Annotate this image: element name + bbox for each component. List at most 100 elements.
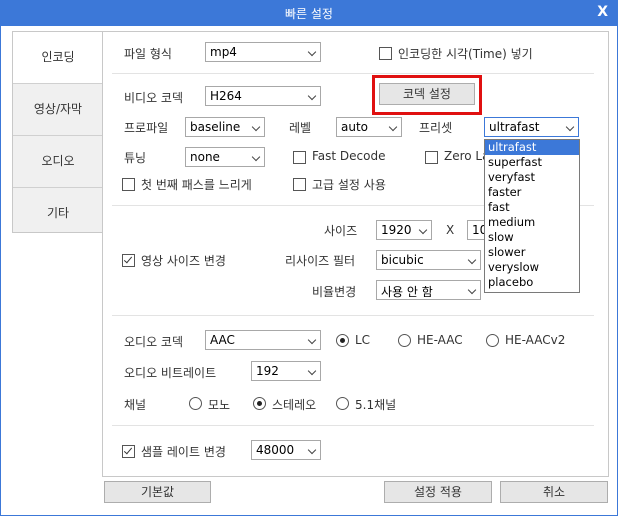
chevron-down-icon xyxy=(251,122,261,132)
advanced-settings-checkbox[interactable] xyxy=(293,178,306,191)
preset-option[interactable]: slow xyxy=(485,230,579,245)
slow-first-pass-checkbox[interactable] xyxy=(122,178,135,191)
insert-time-label: 인코딩한 시각(Time) 넣기 xyxy=(398,47,533,61)
preset-value: ultrafast xyxy=(489,120,540,134)
size-label: 사이즈 xyxy=(324,224,358,238)
preset-option[interactable]: ultrafast xyxy=(485,140,579,155)
size-x-label: X xyxy=(446,223,455,237)
highlight-box xyxy=(372,75,482,115)
chevron-down-icon xyxy=(467,285,477,295)
slow-first-pass-label: 첫 번째 패스를 느리게 xyxy=(141,178,252,192)
default-button[interactable]: 기본값 xyxy=(104,481,211,503)
zero-latency-checkbox[interactable] xyxy=(425,151,438,164)
tab-audio[interactable]: 오디오 xyxy=(13,136,103,188)
sample-rate-value: 48000 xyxy=(256,443,295,457)
close-icon[interactable]: X xyxy=(597,4,608,20)
preset-option[interactable]: superfast xyxy=(485,155,579,170)
radio-5-1[interactable] xyxy=(336,397,349,410)
radio-dot-icon xyxy=(340,338,345,343)
audio-codec-value: AAC xyxy=(210,333,235,347)
chevron-down-icon xyxy=(307,47,317,57)
format-select[interactable]: mp4 xyxy=(205,42,321,62)
level-value: auto xyxy=(341,120,369,134)
change-sample-rate-checkbox[interactable] xyxy=(122,445,135,458)
resize-filter-label: 리사이즈 필터 xyxy=(285,254,356,268)
cancel-button[interactable]: 취소 xyxy=(500,481,608,503)
preset-option[interactable]: faster xyxy=(485,185,579,200)
preset-label: 프리셋 xyxy=(419,121,453,135)
preset-dropdown-list[interactable]: ultrafast superfast veryfast faster fast… xyxy=(484,139,580,293)
radio-mono-label: 모노 xyxy=(208,398,231,412)
tab-encoding[interactable]: 인코딩 xyxy=(13,32,103,84)
resize-filter-select[interactable]: bicubic xyxy=(376,250,481,270)
chevron-down-icon xyxy=(307,445,317,455)
fast-decode-label: Fast Decode xyxy=(312,149,386,163)
format-value: mp4 xyxy=(210,45,237,59)
preset-option[interactable]: slower xyxy=(485,245,579,260)
audio-codec-select[interactable]: AAC xyxy=(205,330,321,350)
video-codec-select[interactable]: H264 xyxy=(205,86,321,106)
aspect-value: 사용 안 함 xyxy=(381,285,433,299)
preset-option[interactable]: veryfast xyxy=(485,170,579,185)
zero-latency-label: Zero La xyxy=(444,149,490,163)
window-title: 빠른 설정 xyxy=(285,7,333,21)
radio-mono[interactable] xyxy=(189,397,202,410)
tune-value: none xyxy=(190,150,220,164)
radio-5-1-label: 5.1채널 xyxy=(355,398,397,412)
video-codec-label: 비디오 코덱 xyxy=(124,91,184,105)
size-width-value: 1920 xyxy=(381,223,412,237)
tune-label: 튜닝 xyxy=(124,151,147,165)
preset-option[interactable]: fast xyxy=(485,200,579,215)
resize-filter-value: bicubic xyxy=(381,253,424,267)
chevron-down-icon xyxy=(307,366,317,376)
chevron-down-icon xyxy=(307,335,317,345)
radio-lc-label: LC xyxy=(355,333,371,347)
radio-stereo[interactable] xyxy=(253,397,266,410)
chevron-down-icon xyxy=(251,152,261,162)
radio-he-aac-label: HE-AAC xyxy=(417,333,463,347)
divider xyxy=(112,425,594,426)
change-sample-rate-label: 샘플 레이트 변경 xyxy=(141,445,226,459)
radio-he-aacv2[interactable] xyxy=(486,334,499,347)
aspect-label: 비율변경 xyxy=(312,285,357,299)
level-select[interactable]: auto xyxy=(336,117,402,137)
profile-label: 프로파일 xyxy=(124,121,169,135)
profile-select[interactable]: baseline xyxy=(185,117,265,137)
check-icon xyxy=(123,445,133,455)
preset-option[interactable]: medium xyxy=(485,215,579,230)
advanced-settings-label: 고급 설정 사용 xyxy=(312,178,386,192)
divider xyxy=(112,73,594,74)
audio-bitrate-select[interactable]: 192 xyxy=(251,361,321,381)
size-width-select[interactable]: 1920 xyxy=(376,220,432,240)
video-codec-value: H264 xyxy=(210,89,242,103)
divider xyxy=(112,315,594,316)
preset-option[interactable]: placebo xyxy=(485,275,579,290)
audio-bitrate-value: 192 xyxy=(256,364,279,378)
preset-select[interactable]: ultrafast xyxy=(484,117,579,137)
level-label: 레벨 xyxy=(289,121,312,135)
radio-he-aac[interactable] xyxy=(398,334,411,347)
aspect-select[interactable]: 사용 안 함 xyxy=(376,280,481,300)
apply-button[interactable]: 설정 적용 xyxy=(384,481,492,503)
sample-rate-select[interactable]: 48000 xyxy=(251,440,321,460)
title-bar: 빠른 설정 X xyxy=(0,0,618,26)
profile-value: baseline xyxy=(190,120,241,134)
format-label: 파일 형식 xyxy=(124,47,172,61)
tune-select[interactable]: none xyxy=(185,147,265,167)
radio-lc[interactable] xyxy=(336,334,349,347)
tab-etc[interactable]: 기타 xyxy=(13,188,103,239)
tab-panel: 인코딩 영상/자막 오디오 기타 xyxy=(12,31,104,233)
tab-video-subtitle[interactable]: 영상/자막 xyxy=(13,84,103,136)
fast-decode-checkbox[interactable] xyxy=(293,151,306,164)
chevron-down-icon xyxy=(307,91,317,101)
chevron-down-icon xyxy=(565,122,575,132)
radio-stereo-label: 스테레오 xyxy=(272,398,317,412)
radio-he-aacv2-label: HE-AACv2 xyxy=(505,333,566,347)
radio-dot-icon xyxy=(257,401,262,406)
preset-option[interactable]: veryslow xyxy=(485,260,579,275)
change-video-size-checkbox[interactable] xyxy=(122,254,135,267)
insert-time-checkbox[interactable] xyxy=(379,47,392,60)
chevron-down-icon xyxy=(467,255,477,265)
audio-bitrate-label: 오디오 비트레이트 xyxy=(124,366,217,380)
chevron-down-icon xyxy=(418,225,428,235)
